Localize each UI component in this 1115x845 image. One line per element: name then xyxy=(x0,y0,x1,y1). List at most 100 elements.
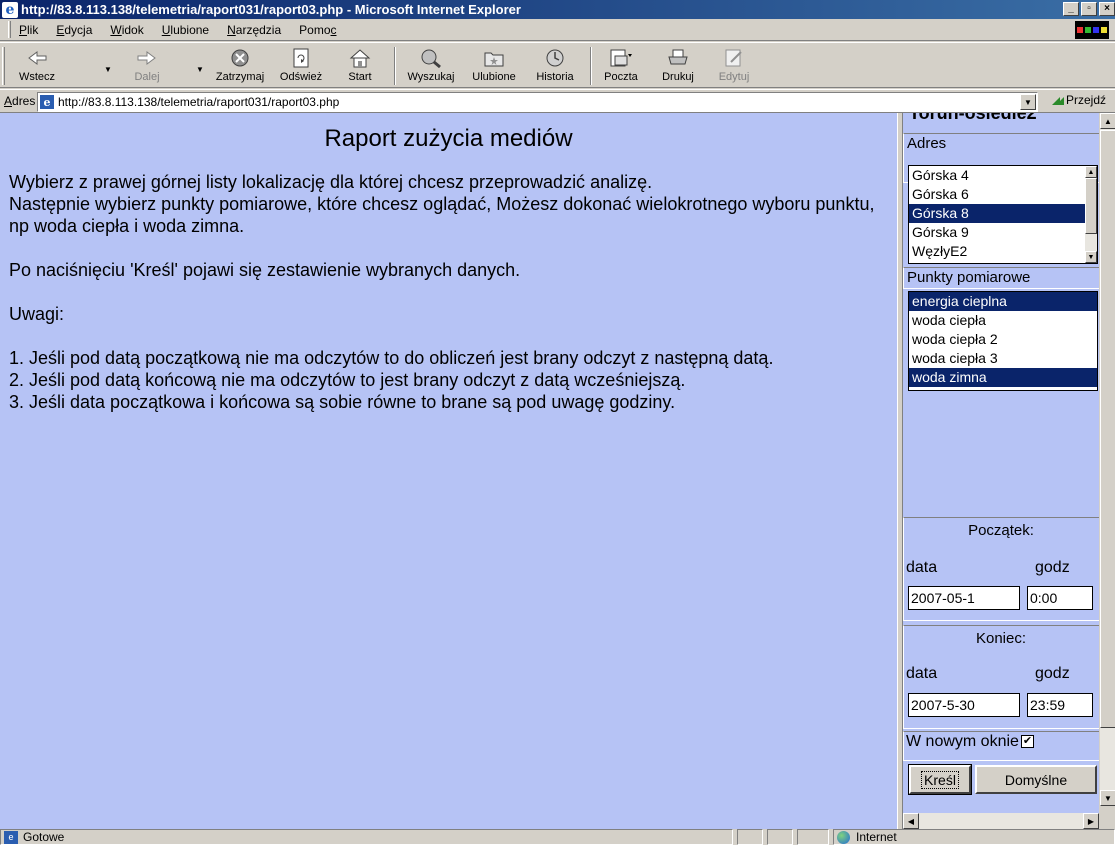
address-option-selected[interactable]: Górska 8 xyxy=(909,204,1097,223)
toolbar-separator xyxy=(590,47,592,85)
point-option[interactable]: woda ciepła 2 xyxy=(909,330,1097,349)
scroll-thumb[interactable] xyxy=(1085,178,1097,234)
scroll-right-icon[interactable]: ▶ xyxy=(1083,813,1099,829)
edit-page-icon xyxy=(721,47,747,69)
address-option[interactable]: Górska 9 xyxy=(909,223,1097,242)
print-button[interactable]: Drukuj xyxy=(656,47,700,83)
start-hour-input[interactable]: 0:00 xyxy=(1027,586,1093,610)
back-button[interactable]: Wstecz xyxy=(14,47,60,83)
point-option[interactable]: woda ciepła xyxy=(909,311,1097,330)
address-input[interactable]: e http://83.8.113.138/telemetria/raport0… xyxy=(37,92,1038,112)
selection-frame: Toruń-osiedle2 Adres Górska 4 Górska 6 G… xyxy=(903,113,1115,829)
status-main: e Gotowe xyxy=(0,829,733,845)
scroll-down-icon[interactable]: ▼ xyxy=(1085,251,1097,263)
instructions: Wybierz z prawej górnej listy lokalizacj… xyxy=(9,171,889,413)
menu-bar: Plik Edycja Widok Ulubione Narzędzia Pom… xyxy=(0,19,1115,41)
back-dropdown-icon[interactable]: ▼ xyxy=(104,65,112,74)
search-button[interactable]: Wyszukaj xyxy=(402,47,460,83)
page-done-icon: e xyxy=(4,830,18,844)
scroll-down-icon[interactable]: ▼ xyxy=(1100,790,1115,806)
address-option[interactable]: WęzłyE2 xyxy=(909,242,1097,261)
window-controls: _ ▫ × xyxy=(1061,2,1115,16)
forward-dropdown-icon[interactable]: ▼ xyxy=(196,65,204,74)
scroll-left-icon[interactable]: ◀ xyxy=(903,813,919,829)
address-option[interactable]: Górska 4 xyxy=(909,166,1097,185)
maximize-button[interactable]: ▫ xyxy=(1081,2,1097,16)
intro-paragraph-1: Wybierz z prawej górnej listy lokalizacj… xyxy=(9,172,653,192)
note-1: 1. Jeśli pod datą początkową nie ma odcz… xyxy=(9,348,774,368)
forward-button[interactable]: Dalej xyxy=(124,47,170,83)
status-cell xyxy=(767,829,793,845)
points-listbox[interactable]: energia cieplna woda ciepła woda ciepła … xyxy=(908,291,1098,391)
stop-button[interactable]: Zatrzymaj xyxy=(212,47,268,83)
go-arrow-icon xyxy=(1052,97,1064,105)
start-date-input[interactable]: 2007-05-1 xyxy=(908,586,1020,610)
point-option-selected[interactable]: energia cieplna xyxy=(909,292,1097,311)
address-dropdown-icon[interactable]: ▼ xyxy=(1020,94,1036,110)
address-list-scrollbar[interactable]: ▲ ▼ xyxy=(1085,166,1097,263)
mail-button[interactable]: Poczta xyxy=(598,47,644,83)
go-button[interactable]: Przejdź xyxy=(1050,93,1106,107)
intro-paragraph-2: Następnie wybierz punkty pomiarowe, któr… xyxy=(9,194,875,236)
side-frame-scrollbar[interactable]: ▲ ▼ xyxy=(1099,113,1115,806)
address-listbox[interactable]: Górska 4 Górska 6 Górska 8 Górska 9 Węzł… xyxy=(908,165,1098,264)
toolbar-grip xyxy=(2,47,5,85)
menu-favorites[interactable]: Ulubione xyxy=(160,22,211,38)
status-bar: e Gotowe Internet xyxy=(0,829,1115,845)
point-option-selected[interactable]: woda zimna xyxy=(909,368,1097,387)
end-hour-input[interactable]: 23:59 xyxy=(1027,693,1093,717)
scroll-corner xyxy=(1099,806,1115,829)
end-date-label: data xyxy=(906,665,938,682)
scroll-up-icon[interactable]: ▲ xyxy=(1100,113,1115,129)
status-cell xyxy=(737,829,763,845)
edit-button[interactable]: Edytuj xyxy=(714,47,754,83)
window-title: http://83.8.113.138/telemetria/raport031… xyxy=(21,2,521,17)
menu-grip xyxy=(8,21,11,38)
history-button[interactable]: Historia xyxy=(530,47,580,83)
title-bar: e http://83.8.113.138/telemetria/raport0… xyxy=(0,0,1115,19)
toolbar-separator xyxy=(394,47,396,85)
home-button[interactable]: Start xyxy=(340,47,380,83)
point-option[interactable]: woda ciepła 3 xyxy=(909,349,1097,368)
menu-tools[interactable]: Narzędzia xyxy=(225,22,283,38)
refresh-button[interactable]: Odśwież xyxy=(274,47,328,83)
start-date-label: data xyxy=(906,559,938,576)
status-cell xyxy=(797,829,829,845)
scroll-up-icon[interactable]: ▲ xyxy=(1085,166,1097,178)
printer-icon xyxy=(665,47,691,69)
close-button[interactable]: × xyxy=(1099,2,1115,16)
minimize-button[interactable]: _ xyxy=(1063,2,1079,16)
side-frame-hscrollbar[interactable]: ◀ ▶ xyxy=(903,813,1099,829)
favorites-folder-icon xyxy=(481,47,507,69)
page-title: Raport zużycia mediów xyxy=(324,125,573,152)
windows-logo-icon xyxy=(1075,21,1109,39)
address-label: Adres xyxy=(4,94,36,108)
address-bar: Adres e http://83.8.113.138/telemetria/r… xyxy=(0,89,1115,113)
history-clock-icon xyxy=(542,47,568,69)
scroll-thumb[interactable] xyxy=(1100,130,1115,728)
forward-arrow-icon xyxy=(134,47,160,69)
favorites-button[interactable]: Ulubione xyxy=(464,47,524,83)
back-arrow-icon xyxy=(24,47,50,69)
refresh-icon xyxy=(288,47,314,69)
report-frame: Raport zużycia mediów Wybierz z prawej g… xyxy=(0,113,897,829)
address-option[interactable]: Górska 6 xyxy=(909,185,1097,204)
draw-info: Po naciśnięciu 'Kreśl' pojawi się zestaw… xyxy=(9,260,521,280)
new-window-checkbox[interactable]: ✔ xyxy=(1020,735,1034,749)
browser-content: Raport zużycia mediów Wybierz z prawej g… xyxy=(0,113,1115,829)
menu-view[interactable]: Widok xyxy=(108,22,145,38)
end-date-input[interactable]: 2007-5-30 xyxy=(908,693,1020,717)
draw-button[interactable]: Kreśl xyxy=(908,764,972,795)
note-2: 2. Jeśli pod datą końcową nie ma odczytó… xyxy=(9,370,686,390)
defaults-button[interactable]: Domyślne xyxy=(975,765,1097,794)
start-hour-label: godz xyxy=(1035,559,1070,576)
new-window-label: W nowym oknie xyxy=(906,733,1019,750)
menu-file[interactable]: Plik xyxy=(17,22,40,38)
end-label: Koniec: xyxy=(975,630,1027,647)
page-favicon-icon: e xyxy=(40,95,54,109)
menu-edit[interactable]: Edycja xyxy=(54,22,94,38)
search-globe-icon xyxy=(418,47,444,69)
new-window-option[interactable]: W nowym oknie ✔ xyxy=(906,733,1034,751)
points-list-label: Punkty pomiarowe xyxy=(907,269,1031,286)
menu-help[interactable]: Pomoc xyxy=(297,22,338,38)
